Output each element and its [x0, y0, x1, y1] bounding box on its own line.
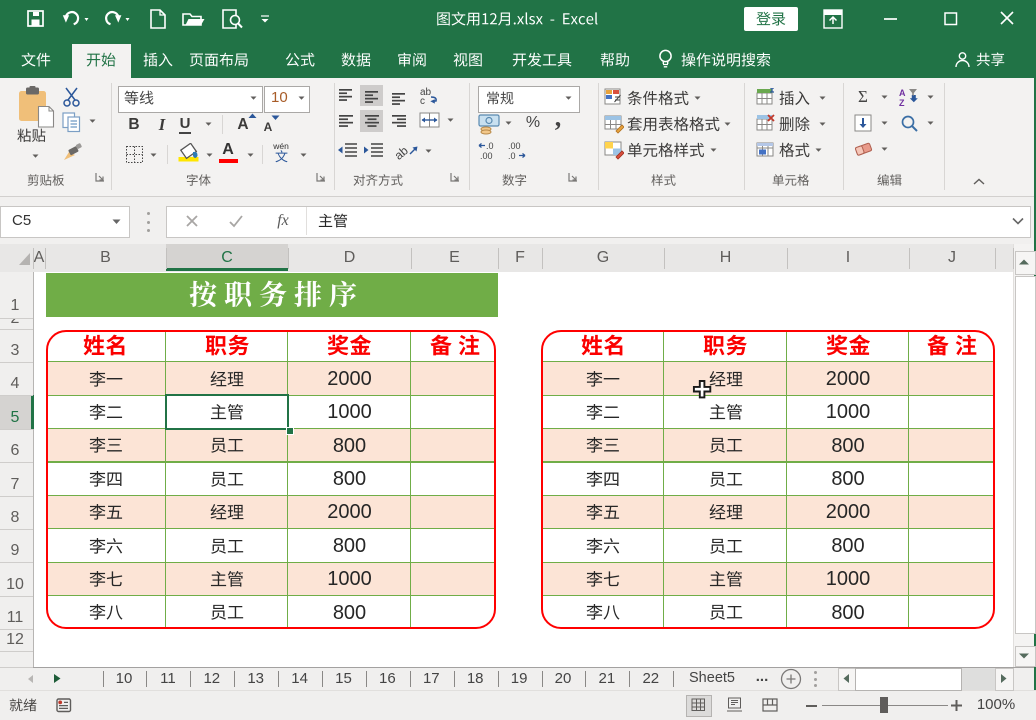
svg-text:Z: Z [899, 98, 905, 107]
svg-text:.0: .0 [486, 141, 494, 151]
svg-text:c: c [420, 96, 425, 105]
svg-text:.00: .00 [508, 141, 521, 151]
svg-text:A: A [899, 88, 906, 98]
svg-text:.0: .0 [508, 151, 516, 160]
svg-text:.00: .00 [480, 151, 493, 160]
svg-text:ab: ab [394, 143, 411, 160]
